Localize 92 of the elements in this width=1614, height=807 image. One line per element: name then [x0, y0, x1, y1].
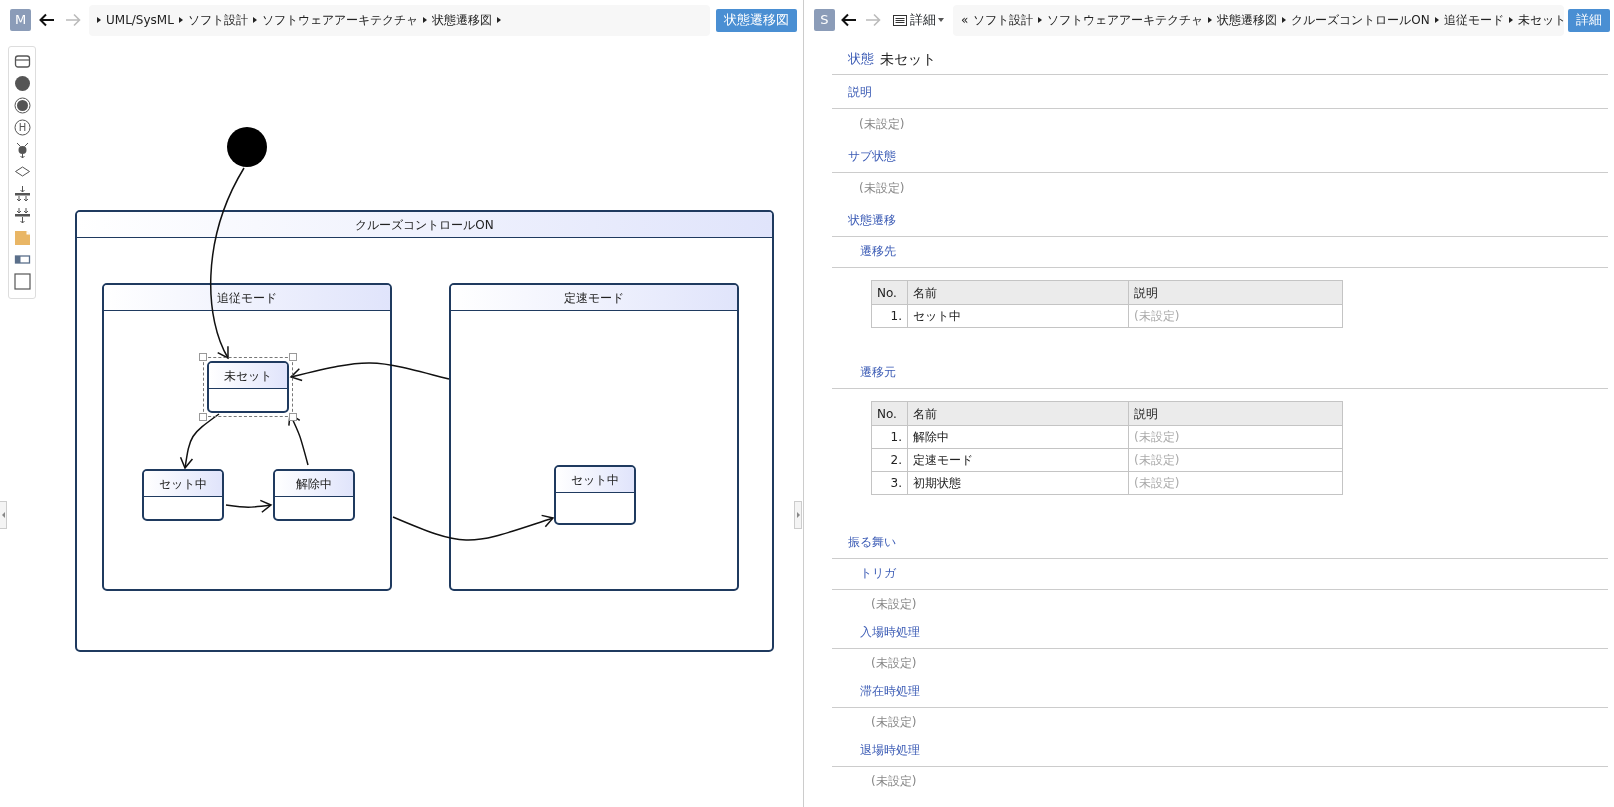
breadcrumb-item[interactable]: クルーズコントロールON: [1291, 11, 1430, 29]
caret-icon: [97, 17, 101, 23]
caret-icon: [1282, 17, 1287, 23]
breadcrumb-item[interactable]: UML/SysML: [106, 11, 174, 29]
column-header: 名前: [907, 401, 1129, 426]
composite-state[interactable]: 定速モード セット中: [449, 283, 739, 591]
column-header: 説明: [1128, 280, 1343, 305]
breadcrumb-item[interactable]: ソフト設計: [973, 11, 1034, 29]
subsection-heading: トリガ: [860, 564, 896, 582]
table-cell: 3.: [871, 471, 908, 495]
column-header: No.: [871, 401, 908, 426]
caret-icon: [422, 17, 427, 23]
subsection-heading: 入場時処理: [860, 623, 920, 641]
table-cell: (未設定): [1128, 425, 1343, 449]
frame-tool-icon[interactable]: [13, 273, 31, 290]
caret-icon: [1434, 17, 1439, 23]
state-box[interactable]: セット中: [554, 465, 636, 525]
table-cell: (未設定): [1128, 448, 1343, 472]
transition-arrow[interactable]: [392, 514, 555, 541]
breadcrumb-back[interactable]: «: [961, 11, 969, 29]
resize-handle[interactable]: [289, 353, 297, 361]
column-header: No.: [871, 280, 908, 305]
field-value: (未設定): [871, 596, 917, 613]
subsection-heading: 遷移先: [860, 242, 896, 260]
caret-icon: [1208, 17, 1213, 23]
list-window-icon: [893, 13, 907, 27]
state-name: クルーズコントロールON: [355, 216, 494, 234]
transition-arrow[interactable]: [225, 499, 273, 513]
initial-state-tool-icon[interactable]: [13, 75, 31, 92]
state-name: セット中: [159, 475, 207, 493]
caret-icon: [1038, 17, 1043, 23]
breadcrumb-item[interactable]: 未セット: [1517, 11, 1566, 29]
subsection-heading: 滞在時処理: [860, 682, 920, 700]
table-cell: 1.: [871, 425, 908, 449]
breadcrumb-item[interactable]: 状態遷移図: [1217, 11, 1278, 29]
table-cell: セット中: [907, 304, 1129, 328]
initial-state-node[interactable]: [227, 127, 267, 167]
collapse-handle[interactable]: [794, 501, 802, 529]
resize-handle[interactable]: [199, 413, 207, 421]
state-name: 解除中: [296, 475, 332, 493]
section-heading: サブ状態: [848, 148, 896, 165]
breadcrumb-item[interactable]: ソフトウェアアーキテクチャ: [1047, 11, 1204, 29]
state-box[interactable]: 解除中: [273, 469, 355, 521]
diamond-tool-icon[interactable]: [13, 163, 31, 180]
field-value: (未設定): [871, 773, 917, 790]
transition-arrow[interactable]: [179, 413, 220, 470]
table-cell: 1.: [871, 304, 908, 328]
table-cell: 解除中: [907, 425, 1129, 449]
field-value: (未設定): [871, 714, 917, 731]
view-dropdown[interactable]: 詳細: [890, 7, 946, 33]
state-name: 定速モード: [564, 289, 624, 307]
state-name: 未セット: [224, 367, 272, 385]
state-title: 未セット: [880, 49, 936, 69]
table-cell: 初期状態: [907, 471, 1129, 495]
section-heading: 振る舞い: [848, 534, 896, 551]
column-header: 説明: [1128, 401, 1343, 426]
column-header: 名前: [907, 280, 1129, 305]
table-cell: (未設定): [1128, 471, 1343, 495]
composite-state[interactable]: クルーズコントロールON 追従モード 未セット セット中 解除中 定速モード セット中: [75, 210, 774, 652]
resize-handle[interactable]: [289, 413, 297, 421]
state-name: 追従モード: [217, 289, 277, 307]
breadcrumb-item[interactable]: 状態遷移図: [431, 11, 492, 29]
join-tool-icon[interactable]: [13, 207, 31, 224]
caret-icon: [1508, 17, 1513, 23]
collapse-handle[interactable]: [0, 501, 7, 529]
subsection-heading: 遷移元: [860, 363, 896, 381]
section-heading: 状態遷移: [848, 212, 896, 229]
section-heading: 説明: [848, 84, 872, 101]
table-cell: 定速モード: [907, 448, 1129, 472]
caret-icon: [252, 17, 257, 23]
breadcrumb-item[interactable]: ソフト設計: [187, 11, 248, 29]
state-box[interactable]: セット中: [142, 469, 224, 521]
subsection-heading: 退場時処理: [860, 741, 920, 759]
table-cell: 2.: [871, 448, 908, 472]
field-value: (未設定): [859, 180, 905, 197]
state-box[interactable]: 未セット: [207, 361, 289, 413]
final-state-tool-icon[interactable]: [13, 97, 31, 114]
caret-icon: [496, 17, 501, 23]
table-cell: (未設定): [1128, 304, 1343, 328]
state-tool-icon[interactable]: [13, 53, 31, 70]
caret-icon: [178, 17, 183, 23]
breadcrumb-item[interactable]: ソフトウェアアーキテクチャ: [261, 11, 418, 29]
field-value: (未設定): [871, 655, 917, 672]
breadcrumb-item[interactable]: 追従モード: [1443, 11, 1504, 29]
state-name: セット中: [571, 471, 619, 489]
history-tool-icon[interactable]: H: [13, 119, 31, 136]
composite-state[interactable]: 追従モード 未セット セット中 解除中: [102, 283, 392, 591]
fork-tool-icon[interactable]: [13, 185, 31, 202]
transition-arrow[interactable]: [289, 362, 450, 382]
resize-handle[interactable]: [199, 353, 207, 361]
field-label: 状態: [848, 50, 874, 69]
field-value: (未設定): [859, 116, 905, 133]
